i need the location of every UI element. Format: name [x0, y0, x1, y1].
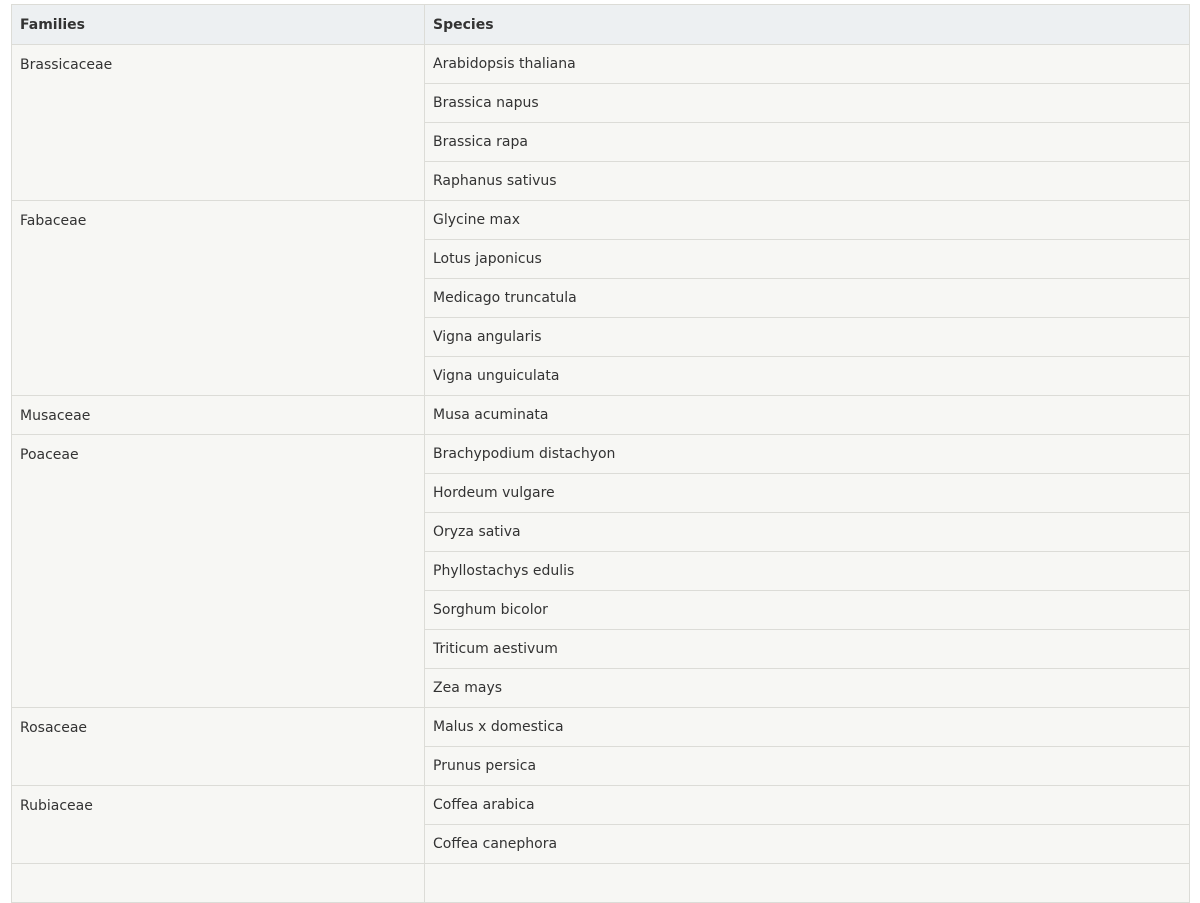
family-cell: Rosaceae [11, 707, 425, 786]
family-cell: Brassicaceae [11, 44, 425, 201]
column-header-species: Species [424, 4, 1190, 45]
species-cell: Sorghum bicolor [424, 590, 1190, 630]
species-cell: Raphanus sativus [424, 161, 1190, 201]
table-container: Families Species Brassicaceae Arabidopsi… [11, 4, 1190, 903]
species-cell: Malus x domestica [424, 707, 1190, 747]
species-cell: Brassica napus [424, 83, 1190, 123]
species-cell: Arabidopsis thaliana [424, 44, 1190, 84]
table-header-row: Families Species [11, 4, 1190, 45]
table-row: Rubiaceae Coffea arabica [11, 785, 1190, 864]
family-cell: Musaceae [11, 395, 425, 435]
table-row: Fabaceae Glycine max [11, 200, 1190, 396]
species-cell: Triticum aestivum [424, 629, 1190, 669]
species-cell [424, 863, 1190, 903]
species-cell: Vigna angularis [424, 317, 1190, 357]
species-cell: Phyllostachys edulis [424, 551, 1190, 591]
table-row: Rosaceae Malus x domestica [11, 707, 1190, 786]
species-cell: Musa acuminata [424, 395, 1190, 435]
species-cell: Coffea canephora [424, 824, 1190, 864]
table-body: Brassicaceae Arabidopsis thaliana Brassi… [11, 44, 1190, 903]
species-cell: Prunus persica [424, 746, 1190, 786]
species-cell: Hordeum vulgare [424, 473, 1190, 513]
species-cell: Zea mays [424, 668, 1190, 708]
table-row: Poaceae Brachypodium distachyon [11, 434, 1190, 708]
table-row: Brassicaceae Arabidopsis thaliana [11, 44, 1190, 201]
family-cell [11, 863, 425, 903]
species-cell: Vigna unguiculata [424, 356, 1190, 396]
families-species-table: Families Species Brassicaceae Arabidopsi… [11, 4, 1190, 903]
family-cell: Rubiaceae [11, 785, 425, 864]
column-header-families: Families [11, 4, 425, 45]
table-row: Musaceae Musa acuminata [11, 395, 1190, 435]
table-row [11, 863, 1190, 903]
species-cell: Glycine max [424, 200, 1190, 240]
species-cell: Brachypodium distachyon [424, 434, 1190, 474]
species-cell: Lotus japonicus [424, 239, 1190, 279]
family-cell: Poaceae [11, 434, 425, 708]
species-cell: Coffea arabica [424, 785, 1190, 825]
species-cell: Brassica rapa [424, 122, 1190, 162]
species-cell: Oryza sativa [424, 512, 1190, 552]
family-cell: Fabaceae [11, 200, 425, 396]
species-cell: Medicago truncatula [424, 278, 1190, 318]
